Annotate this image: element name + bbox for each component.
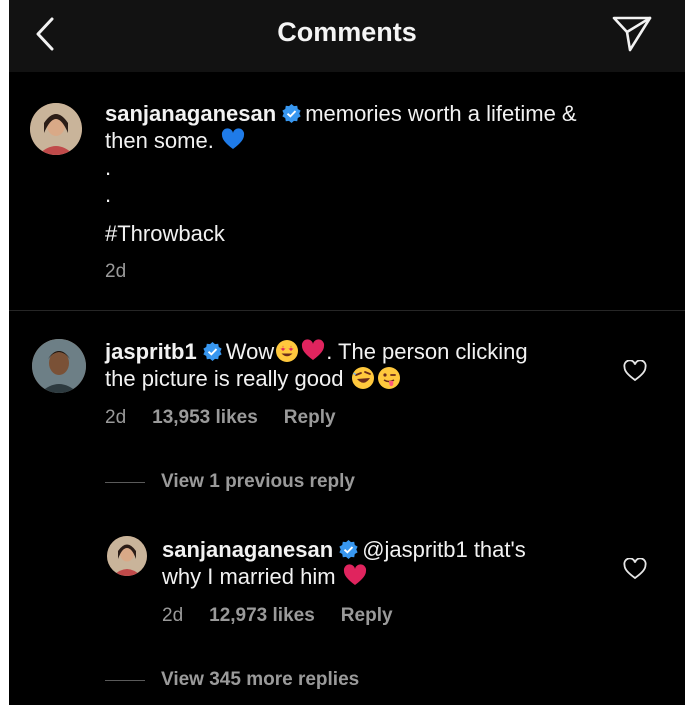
paper-plane-icon [612,16,652,52]
reply-username[interactable]: sanjanaganesan [162,537,333,562]
caption-timestamp: 2d [105,261,127,282]
comment-line2: the picture is really good [105,366,344,391]
page-title: Comments [277,17,417,47]
heart-eyes-emoji-icon [276,340,299,362]
reply-meta: 2d 12,973 likes Reply [162,605,393,627]
red-heart-emoji-icon [302,339,325,360]
comment-text-b: . The person clicking [326,339,528,364]
view-previous-reply-label: View 1 previous reply [161,471,355,492]
avatar[interactable] [30,103,82,155]
avatar[interactable] [32,339,86,393]
caption-username[interactable]: sanjanaganesan [105,101,276,126]
divider-line [105,679,145,681]
hashtag-link[interactable]: #Throwback [105,220,225,247]
comment-text-a: Wow [225,339,275,364]
comment-likes-link[interactable]: 13,953 likes [152,407,258,428]
reply-timestamp: 2d [162,605,184,626]
reply-text: sanjanaganesan @jaspritb1 that's why I ma… [162,536,622,590]
heart-outline-icon [623,359,647,382]
share-button[interactable] [607,12,657,56]
rofl-emoji-icon [351,367,374,389]
red-heart-emoji-icon [343,564,366,585]
reply-button[interactable]: Reply [341,605,393,626]
caption-line1: memories worth a lifetime & [305,101,577,126]
view-more-replies-button[interactable]: View 345 more replies [105,669,359,691]
divider [9,310,685,311]
reply-likes-link[interactable]: 12,973 likes [209,605,315,626]
caption-dot: . [105,155,112,180]
heart-outline-icon [623,557,647,580]
caption-line2: then some. [105,128,214,153]
caption: sanjanaganesan memories worth a lifetime … [9,72,685,310]
verified-badge-icon [282,104,301,123]
like-reply-button[interactable] [623,557,647,580]
caption-text: sanjanaganesan memories worth a lifetime … [105,100,665,208]
view-more-replies-label: View 345 more replies [161,669,360,690]
top-bar: Comments [9,0,685,72]
comment-timestamp: 2d [105,407,127,428]
comments-screen: Comments sanjanaganesan memories worth a … [9,0,685,705]
caption-dot: . [105,182,112,207]
winking-tongue-emoji-icon [377,367,400,389]
verified-badge-icon [339,540,358,559]
comment-username[interactable]: jaspritb1 [105,339,197,364]
comment-meta: 2d 13,953 likes Reply [105,407,336,429]
avatar[interactable] [107,536,147,576]
like-comment-button[interactable] [623,359,647,382]
verified-badge-icon [203,342,222,361]
comment-text: jaspritb1 Wow . The person clicking the pi… [105,338,625,392]
view-previous-reply-button[interactable]: View 1 previous reply [105,471,355,493]
reply-text-a: that's [473,537,526,562]
blue-heart-icon [221,128,245,149]
reply-line2: why I married him [162,564,336,589]
divider-line [105,481,145,483]
reply-button[interactable]: Reply [284,407,336,428]
mention-link[interactable]: @jaspritb1 [362,537,468,562]
